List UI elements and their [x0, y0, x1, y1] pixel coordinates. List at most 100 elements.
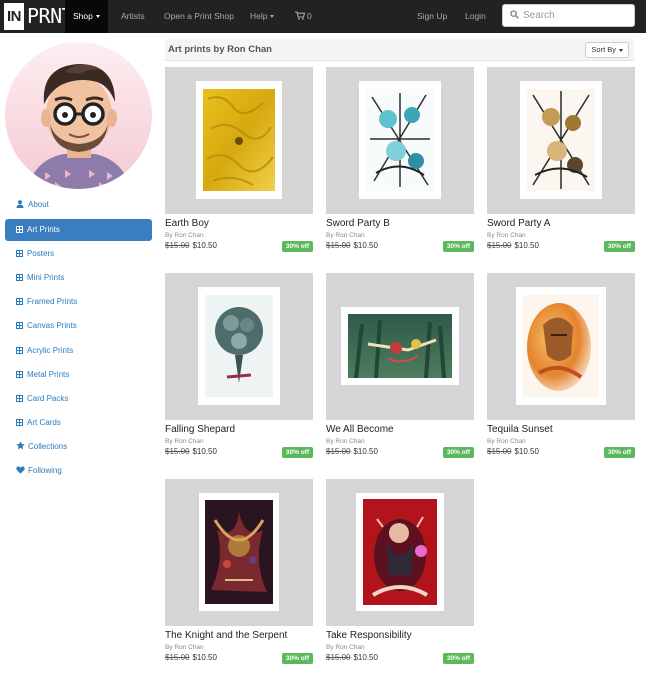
product-thumbnail[interactable] — [487, 273, 635, 420]
grid-icon — [16, 322, 23, 329]
product-price: $15.00 $10.50 — [487, 241, 539, 250]
sidebar-item-label: Metal Prints — [27, 370, 70, 379]
sort-by-dropdown[interactable]: Sort By — [585, 42, 629, 58]
sale-price: $10.50 — [353, 241, 378, 250]
sidebar-item-label: Mini Prints — [27, 273, 65, 282]
search-icon — [510, 10, 519, 19]
nav-login[interactable]: Login — [465, 0, 486, 33]
product-price: $15.00 $10.50 — [487, 447, 539, 456]
sidebar-item-card-packs[interactable]: Card Packs — [5, 388, 152, 410]
product-price: $15.00 $10.50 — [165, 241, 217, 250]
nav-open-print-shop[interactable]: Open a Print Shop — [164, 0, 234, 33]
sale-price: $10.50 — [353, 653, 378, 662]
sidebar-item-art-prints[interactable]: Art Prints — [5, 219, 152, 241]
grid-icon — [16, 395, 23, 402]
grid-icon — [16, 347, 23, 354]
discount-badge: 30% off — [442, 241, 474, 252]
sidebar-item-label: Card Packs — [27, 394, 69, 403]
sidebar-item-label: Posters — [27, 249, 55, 258]
sidebar-item-posters[interactable]: Posters — [5, 243, 152, 265]
sidebar-item-acrylic-prints[interactable]: Acrylic Prints — [5, 340, 152, 362]
product-title[interactable]: The Knight and the Serpent — [165, 630, 287, 641]
original-price: $15.00 — [165, 447, 190, 456]
artwork-sword-party-b — [366, 89, 434, 191]
product-artist: By Ron Chan — [165, 644, 204, 651]
cart-icon — [295, 11, 306, 20]
sidebar-item-label: Framed Prints — [27, 297, 78, 306]
product-price: $15.00 $10.50 — [165, 653, 217, 662]
chevron-down-icon — [95, 15, 100, 19]
sale-price: $10.50 — [192, 653, 217, 662]
product-title[interactable]: Tequila Sunset — [487, 424, 553, 435]
grid-icon — [16, 274, 23, 281]
logo-in: IN — [4, 3, 24, 30]
discount-badge: 30% off — [281, 447, 313, 458]
artwork-take-responsibility — [363, 499, 437, 605]
heart-icon — [16, 466, 25, 474]
sidebar-item-mini-prints[interactable]: Mini Prints — [5, 267, 152, 289]
sidebar-item-framed-prints[interactable]: Framed Prints — [5, 291, 152, 313]
product-title[interactable]: Sword Party B — [326, 218, 390, 229]
product-title[interactable]: Falling Shepard — [165, 424, 235, 435]
original-price: $15.00 — [326, 241, 351, 250]
product-thumbnail[interactable] — [487, 67, 635, 214]
results-header: Art prints by Ron Chan Sort By — [165, 39, 634, 61]
discount-badge: 30% off — [442, 447, 474, 458]
discount-badge: 30% off — [603, 447, 635, 458]
sidebar-item-label: Art Prints — [27, 225, 60, 234]
search-box[interactable] — [502, 4, 635, 27]
sidebar-item-canvas-prints[interactable]: Canvas Prints — [5, 315, 152, 337]
product-artist: By Ron Chan — [326, 644, 365, 651]
product-thumbnail[interactable] — [165, 67, 313, 214]
sale-price: $10.50 — [192, 241, 217, 250]
nav-artists[interactable]: Artists — [121, 0, 145, 33]
sale-price: $10.50 — [192, 447, 217, 456]
grid-icon — [16, 250, 23, 257]
sidebar-item-metal-prints[interactable]: Metal Prints — [5, 364, 152, 386]
original-price: $15.00 — [487, 447, 512, 456]
product-price: $15.00 $10.50 — [165, 447, 217, 456]
sidebar-item-label: Acrylic Prints — [27, 346, 74, 355]
product-price: $15.00 $10.50 — [326, 653, 378, 662]
grid-icon — [16, 226, 23, 233]
chevron-down-icon — [270, 15, 275, 19]
star-icon — [16, 441, 25, 450]
original-price: $15.00 — [326, 447, 351, 456]
top-navbar: IN PRNT Shop Artists Open a Print Shop H… — [0, 0, 646, 33]
product-thumbnail[interactable] — [165, 479, 313, 626]
user-icon — [16, 200, 24, 208]
nav-shop-dropdown[interactable]: Shop — [65, 0, 108, 33]
product-thumbnail[interactable] — [326, 273, 474, 420]
sidebar-item-collections[interactable]: Collections — [5, 436, 152, 458]
product-title[interactable]: Earth Boy — [165, 218, 209, 229]
artwork-earth-boy — [203, 89, 275, 191]
discount-badge: 30% off — [442, 653, 474, 664]
sidebar-item-following[interactable]: Following — [5, 460, 152, 482]
product-title[interactable]: Sword Party A — [487, 218, 550, 229]
product-thumbnail[interactable] — [165, 273, 313, 420]
nav-help-dropdown[interactable]: Help — [250, 0, 275, 33]
sidebar-item-about[interactable]: About — [5, 194, 152, 216]
discount-badge: 30% off — [603, 241, 635, 252]
product-thumbnail[interactable] — [326, 479, 474, 626]
sale-price: $10.50 — [353, 447, 378, 456]
product-artist: By Ron Chan — [165, 438, 204, 445]
product-price: $15.00 $10.50 — [326, 447, 378, 456]
nav-cart[interactable]: 0 — [295, 0, 312, 33]
product-price: $15.00 $10.50 — [326, 241, 378, 250]
product-title[interactable]: Take Responsibility — [326, 630, 412, 641]
discount-badge: 30% off — [281, 653, 313, 664]
product-title[interactable]: We All Become — [326, 424, 394, 435]
original-price: $15.00 — [165, 241, 190, 250]
cart-count: 0 — [307, 11, 312, 21]
discount-badge: 30% off — [281, 241, 313, 252]
sidebar-item-label: Canvas Prints — [27, 321, 77, 330]
sidebar-item-art-cards[interactable]: Art Cards — [5, 412, 152, 434]
sort-by-label: Sort By — [591, 45, 616, 54]
nav-signup[interactable]: Sign Up — [417, 0, 447, 33]
product-thumbnail[interactable] — [326, 67, 474, 214]
nav-help-label: Help — [250, 11, 268, 21]
search-input[interactable] — [523, 6, 631, 25]
artwork-we-all-become — [348, 314, 452, 378]
artwork-sword-party-a — [527, 89, 595, 191]
